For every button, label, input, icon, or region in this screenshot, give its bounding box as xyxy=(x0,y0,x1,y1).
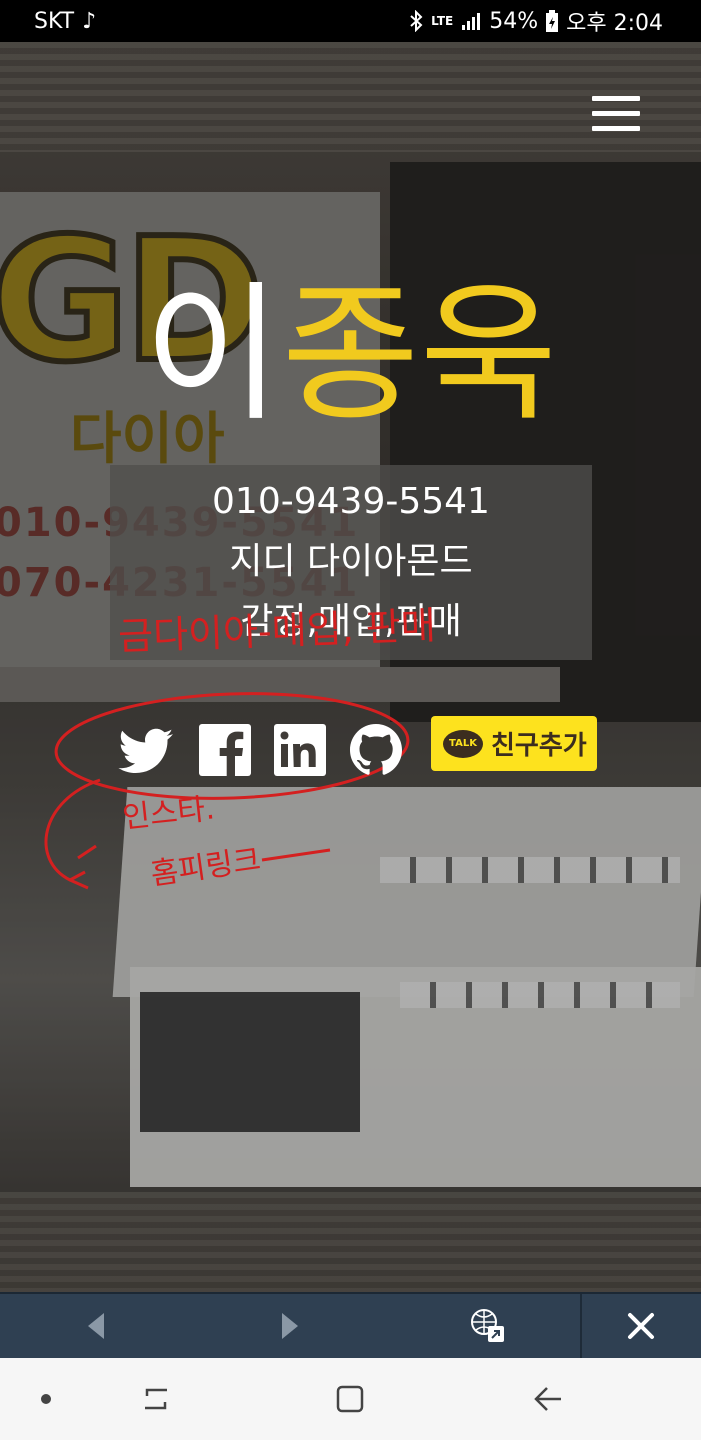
home-icon xyxy=(336,1385,364,1413)
kakao-add-friend-button[interactable]: TALK 친구추가 xyxy=(431,716,597,771)
toolbar-divider xyxy=(580,1294,582,1358)
back-icon xyxy=(534,1387,561,1411)
dot-icon xyxy=(41,1394,51,1404)
system-nav-bar xyxy=(0,1358,701,1440)
kakao-talk-icon: TALK xyxy=(443,729,483,758)
github-icon[interactable] xyxy=(346,720,406,780)
close-icon xyxy=(628,1313,654,1339)
globe-open-icon xyxy=(471,1309,504,1342)
recent-apps-icon xyxy=(145,1388,167,1410)
home-button[interactable] xyxy=(320,1376,380,1422)
back-nav-button[interactable] xyxy=(518,1376,578,1422)
twitter-icon[interactable] xyxy=(117,722,177,782)
open-in-browser-button[interactable] xyxy=(458,1294,518,1358)
forward-arrow-icon xyxy=(282,1313,298,1339)
linkedin-icon[interactable] xyxy=(270,720,330,780)
close-button[interactable] xyxy=(610,1294,672,1358)
back-button[interactable] xyxy=(66,1294,126,1358)
facebook-icon[interactable] xyxy=(195,720,255,780)
browser-toolbar xyxy=(0,1292,701,1358)
recent-apps-button[interactable] xyxy=(126,1376,186,1422)
nav-dot-button[interactable] xyxy=(16,1376,76,1422)
kakao-add-friend-label: 친구추가 xyxy=(491,731,587,761)
forward-button[interactable] xyxy=(260,1294,320,1358)
annotation-strokes xyxy=(44,692,410,890)
back-arrow-icon xyxy=(88,1313,104,1339)
